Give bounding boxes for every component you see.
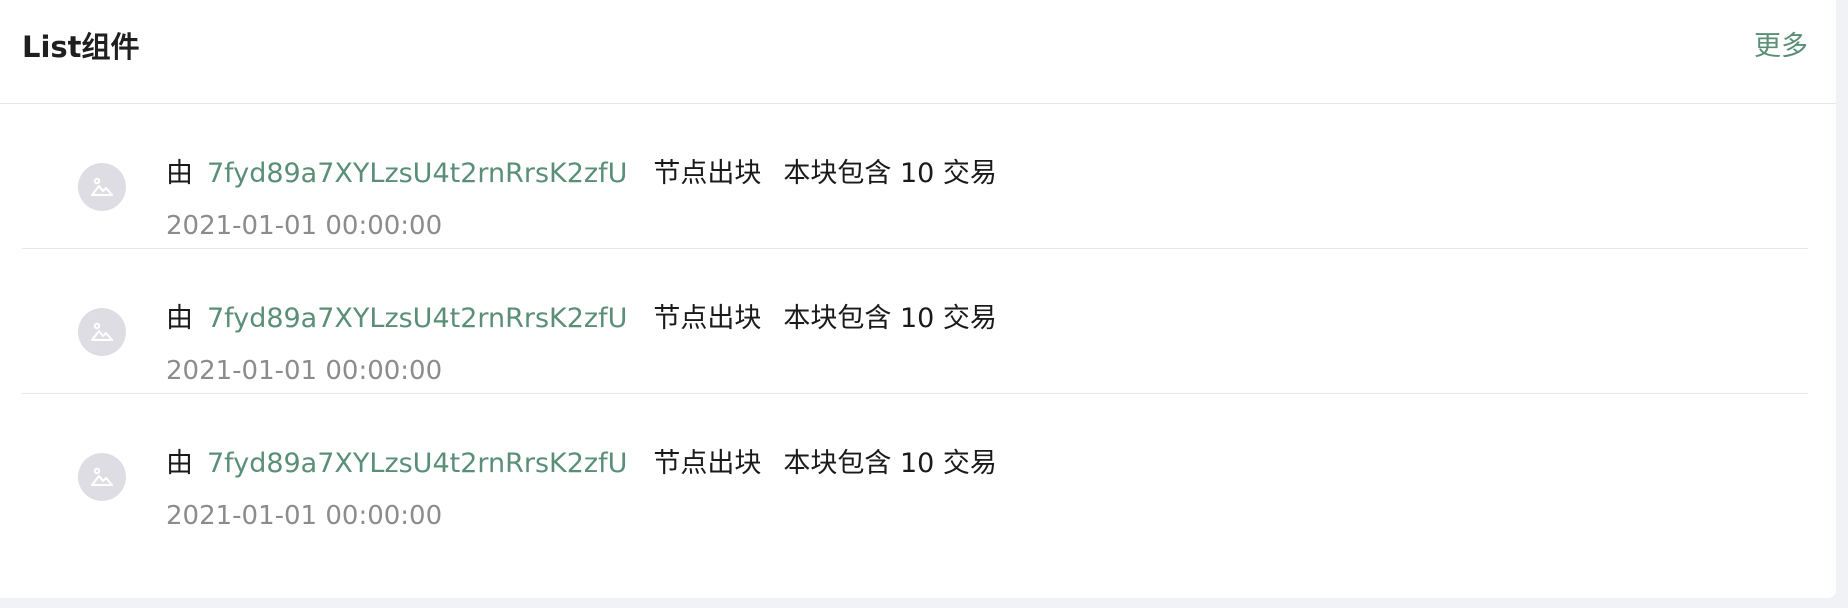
node-action: 节点出块 (653, 448, 762, 479)
node-id-link[interactable]: 7fyd89a7XYLzsU4t2rnRrsK2zfU (207, 158, 627, 189)
list-item-title: 由 7fyd89a7XYLzsU4t2rnRrsK2zfU 节点出块 本块包含 10 … (166, 446, 997, 482)
more-link[interactable]: 更多 (1754, 27, 1808, 67)
by-prefix: 由 (166, 448, 193, 479)
node-action: 节点出块 (653, 158, 762, 189)
node-id-link[interactable]: 7fyd89a7XYLzsU4t2rnRrsK2zfU (207, 303, 627, 334)
by-prefix: 由 (166, 303, 193, 334)
node-action: 节点出块 (653, 303, 762, 334)
block-detail: 本块包含 10 交易 (783, 303, 997, 334)
list-card: List组件 更多 由 7fyd89a7XYLzsU4t2rnRrsK2zfU 节点… (0, 0, 1836, 598)
by-prefix: 由 (166, 158, 193, 189)
node-id-link[interactable]: 7fyd89a7XYLzsU4t2rnRrsK2zfU (207, 448, 627, 479)
avatar (78, 163, 126, 211)
list-item-timestamp: 2021-01-01 00:00:00 (166, 501, 443, 531)
card-header: List组件 更多 (0, 0, 1836, 104)
list-item-title: 由 7fyd89a7XYLzsU4t2rnRrsK2zfU 节点出块 本块包含 10 … (166, 301, 997, 337)
block-detail: 本块包含 10 交易 (783, 448, 997, 479)
block-detail: 本块包含 10 交易 (783, 158, 997, 189)
image-placeholder-icon (89, 464, 115, 490)
image-placeholder-icon (89, 319, 115, 345)
list-item: 由 7fyd89a7XYLzsU4t2rnRrsK2zfU 节点出块 本块包含 10 … (22, 104, 1808, 249)
block-list: 由 7fyd89a7XYLzsU4t2rnRrsK2zfU 节点出块 本块包含 10 … (22, 104, 1808, 539)
avatar (78, 453, 126, 501)
list-item-timestamp: 2021-01-01 00:00:00 (166, 211, 443, 241)
avatar (78, 308, 126, 356)
list-item: 由 7fyd89a7XYLzsU4t2rnRrsK2zfU 节点出块 本块包含 10 … (22, 394, 1808, 539)
list-item-timestamp: 2021-01-01 00:00:00 (166, 356, 443, 386)
card-title: List组件 (22, 30, 140, 64)
list-item-title: 由 7fyd89a7XYLzsU4t2rnRrsK2zfU 节点出块 本块包含 10 … (166, 156, 997, 192)
image-placeholder-icon (89, 174, 115, 200)
list-item: 由 7fyd89a7XYLzsU4t2rnRrsK2zfU 节点出块 本块包含 10 … (22, 249, 1808, 394)
